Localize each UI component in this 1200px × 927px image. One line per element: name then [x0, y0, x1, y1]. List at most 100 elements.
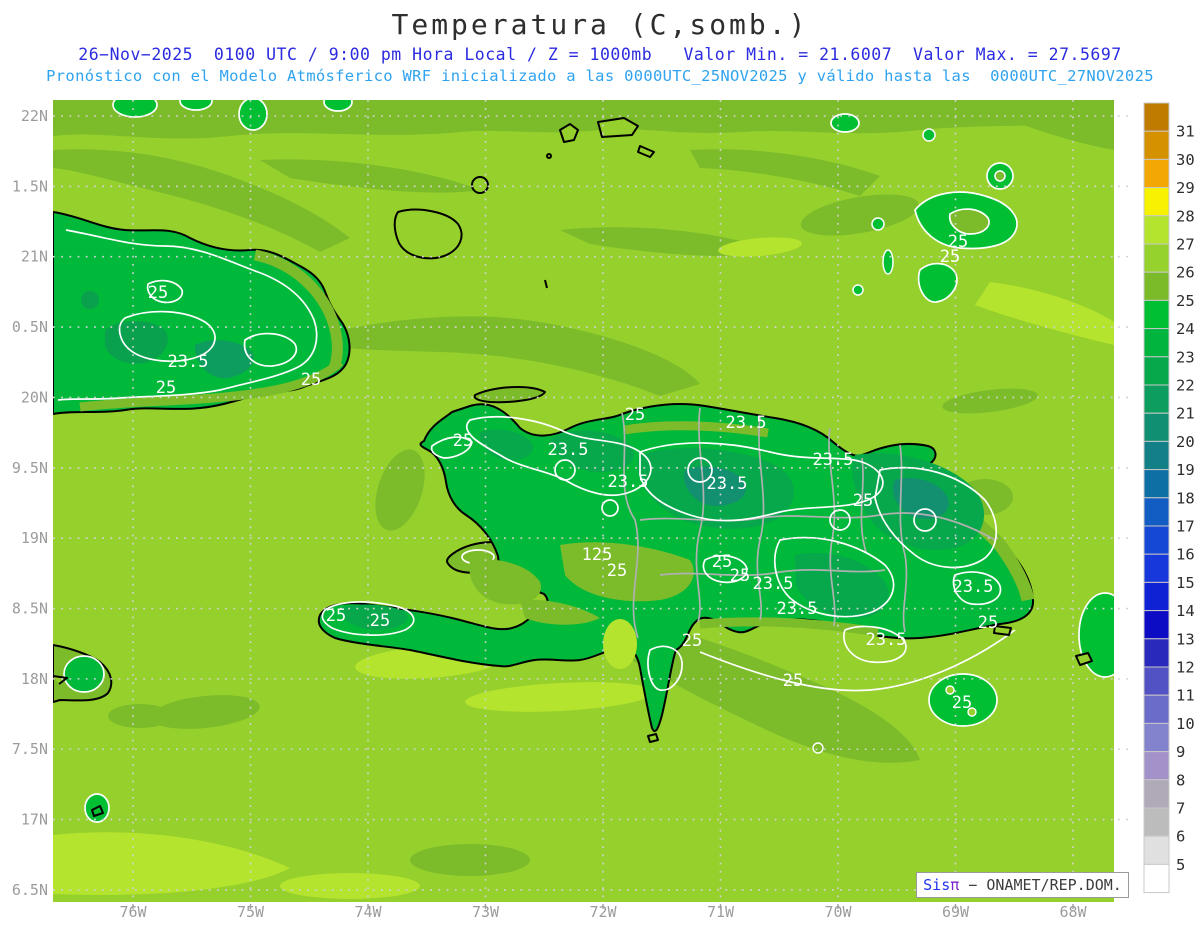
attribution-sis: Sis	[923, 876, 951, 894]
colorbar-segment	[1143, 610, 1170, 640]
colorbar-segment	[1143, 497, 1170, 527]
colorbar-segment	[1143, 356, 1170, 386]
contour-label: 23.5	[753, 574, 794, 594]
colorbar-tick-label: 14	[1176, 602, 1195, 620]
colorbar-segment	[1143, 751, 1170, 781]
lon-tick-label: 73W	[472, 903, 500, 921]
colorbar-tick-label: 20	[1176, 433, 1195, 451]
colorbar-segment	[1143, 440, 1170, 471]
colorbar-segment	[1143, 130, 1170, 160]
colorbar-tick-label: 26	[1176, 264, 1195, 282]
attribution-text: − ONAMET/REP.DOM.	[959, 876, 1122, 894]
colorbar-tick-label: 28	[1176, 207, 1195, 225]
colorbar-tick-label: 23	[1176, 348, 1195, 366]
attribution-box: Sisπ − ONAMET/REP.DOM.	[916, 872, 1129, 898]
colorbar-tick-label: 30	[1176, 151, 1195, 169]
colorbar-tick-label: 18	[1176, 489, 1195, 507]
lat-tick-label: 0.5N	[12, 318, 48, 336]
attribution-pi-logo: π	[950, 876, 960, 894]
colorbar-segment	[1143, 553, 1170, 583]
lat-tick-label: 18N	[21, 670, 48, 688]
contour-label: 25	[453, 431, 473, 451]
contour-label: 25	[682, 631, 702, 651]
colorbar-segment	[1143, 187, 1170, 217]
lon-tick-label: 72W	[589, 903, 617, 921]
lat-tick-label: 7.5N	[12, 740, 48, 758]
colorbar-tick-label: 12	[1176, 659, 1195, 677]
colorbar-segment	[1143, 525, 1170, 555]
colorbar-segment	[1143, 722, 1170, 753]
lon-tick-label: 75W	[237, 903, 265, 921]
colorbar-segment	[1143, 299, 1170, 330]
contour-label: 23.5	[777, 599, 818, 619]
colorbar-segment	[1143, 412, 1170, 442]
colorbar-tick-label: 10	[1176, 715, 1195, 733]
colorbar-segment	[1143, 469, 1170, 499]
colorbar-tick-label: 27	[1176, 236, 1195, 254]
colorbar-segment	[1143, 158, 1170, 189]
contour-label: 25	[607, 561, 627, 581]
jamaica-cool-spot	[63, 655, 105, 693]
contour-label: 25	[730, 566, 750, 586]
contour-label: 25	[853, 491, 873, 511]
contour-label: 23.5	[168, 352, 209, 372]
colorbar-tick-label: 16	[1176, 546, 1195, 564]
lon-tick-label: 69W	[942, 903, 970, 921]
lon-tick-label: 71W	[707, 903, 735, 921]
contour-label: 23.5	[813, 450, 854, 470]
colorbar-tick-label: 25	[1176, 292, 1195, 310]
contour-label: 25	[625, 405, 645, 425]
colorbar-tick-label: 22	[1176, 377, 1195, 395]
contour-label: 25	[370, 611, 390, 631]
lat-tick-label: 17N	[21, 811, 48, 829]
contour-label: 25	[156, 378, 176, 398]
contour-label: 23.5	[866, 630, 907, 650]
colorbar-tick-label: 13	[1176, 630, 1195, 648]
contour-label: 25	[326, 606, 346, 626]
colorbar-tick-label: 17	[1176, 518, 1195, 536]
contour-label: 25	[301, 370, 321, 390]
lon-tick-label: 76W	[119, 903, 147, 921]
lat-tick-label: 19N	[21, 529, 48, 547]
colorbar-segment	[1143, 779, 1170, 809]
weather-map-page: Temperatura (C,somb.) 26−Nov−2025 0100 U…	[0, 0, 1200, 927]
colorbar-segment	[1143, 694, 1170, 724]
lon-tick-label: 70W	[824, 903, 852, 921]
colorbar-tick-label: 21	[1176, 405, 1195, 423]
contour-label: 23.5	[548, 440, 589, 460]
colorbar-segment	[1143, 328, 1170, 358]
colorbar-tick-label: 7	[1176, 800, 1185, 818]
contour-label: 25	[148, 283, 168, 303]
lat-tick-label: 20N	[21, 388, 48, 406]
contour-label: 23.5	[608, 472, 649, 492]
lat-tick-label: 1.5N	[12, 177, 48, 195]
colorbar-tick-label: 5	[1176, 856, 1185, 874]
lon-tick-label: 74W	[354, 903, 382, 921]
colorbar-tick-label: 8	[1176, 771, 1185, 789]
contour-label: 25	[783, 671, 803, 691]
colorbar-segment	[1143, 384, 1170, 414]
contour-label: 25	[978, 613, 998, 633]
colorbar-segment	[1143, 215, 1170, 245]
colorbar-segment	[1143, 666, 1170, 696]
temperature-map: 76W 75W 74W 73W 72W 71W 70W 69W 68W 22N 1.5N 21N 0.5…	[12, 100, 1195, 921]
contour-label: 23.5	[707, 474, 748, 494]
colorbar-segment	[1143, 863, 1170, 894]
colorbar-segment	[1143, 835, 1170, 865]
colorbar-tick-label: 29	[1176, 179, 1195, 197]
colorbar-tick-label: 6	[1176, 828, 1185, 846]
colorbar-tick-label: 15	[1176, 574, 1195, 592]
lon-tick-label: 68W	[1059, 903, 1087, 921]
contour-label: 25	[940, 247, 960, 267]
colorbar-segment	[1143, 807, 1170, 837]
contour-label: 25	[952, 693, 972, 713]
lat-tick-label: 21N	[21, 248, 48, 266]
colorbar-tick-label: 19	[1176, 461, 1195, 479]
contour-label: 25	[712, 552, 732, 572]
colorbar-segment	[1143, 243, 1170, 273]
lat-tick-label: 6.5N	[12, 881, 48, 899]
colorbar-tick-label: 9	[1176, 743, 1185, 761]
lat-tick-label: 9.5N	[12, 459, 48, 477]
colorbar-segment	[1143, 638, 1170, 668]
colorbar-tick-label: 24	[1176, 320, 1195, 338]
